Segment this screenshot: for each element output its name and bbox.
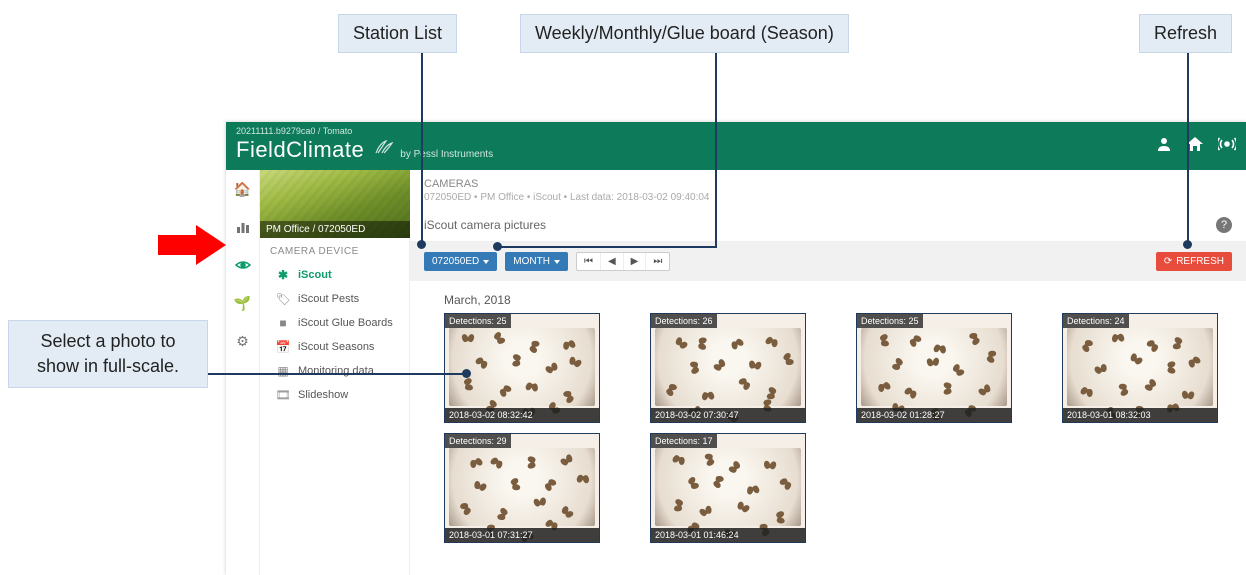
callout-refresh: Refresh <box>1139 14 1232 53</box>
sidebar-item-pests[interactable]: 🏷 iScout Pests <box>260 287 409 311</box>
photo-thumbnail[interactable]: Detections: 25 2018-03-02 08:32:42 <box>444 313 600 423</box>
pager-prev[interactable]: ◀ <box>601 253 624 270</box>
square-icon: ■ <box>276 316 290 330</box>
station-hero-image[interactable]: PM Office / 072050ED <box>260 170 410 238</box>
callout-select-photo: Select a photo to show in full-scale. <box>8 320 208 388</box>
station-dropdown[interactable]: 072050ED <box>424 252 497 271</box>
top-bar: 20211111.b9279ca0 / Tomato FieldClimate … <box>226 122 1246 170</box>
photo-timestamp-label: 2018-03-01 01:46:24 <box>651 528 805 542</box>
rail-plant[interactable]: 🌱 <box>226 290 259 316</box>
broadcast-icon[interactable] <box>1218 136 1236 157</box>
breadcrumb: 20211111.b9279ca0 / Tomato <box>236 126 352 136</box>
sidebar-item-label: iScout <box>298 269 332 281</box>
period-dropdown-label: MONTH <box>513 256 550 267</box>
sidebar-item-label: iScout Seasons <box>298 341 374 353</box>
refresh-icon: ⟳ <box>1164 256 1172 267</box>
leaf-icon <box>374 137 394 160</box>
logo-subtitle: by Pessl Instruments <box>400 149 493 160</box>
calendar-icon: 📅 <box>276 340 290 354</box>
photo-detections-label: Detections: 25 <box>857 314 923 328</box>
photo-thumbnail[interactable]: Detections: 29 2018-03-01 07:31:27 <box>444 433 600 543</box>
photo-timestamp-label: 2018-03-01 07:31:27 <box>445 528 599 542</box>
rail-chart[interactable] <box>226 214 259 240</box>
chevron-down-icon <box>483 260 489 264</box>
station-dropdown-label: 072050ED <box>432 256 479 267</box>
logo: FieldClimate by Pessl Instruments <box>236 137 493 163</box>
photo-timestamp-label: 2018-03-02 07:30:47 <box>651 408 805 422</box>
callout-station-list: Station List <box>338 14 457 53</box>
sidebar-item-glue-boards[interactable]: ■ iScout Glue Boards <box>260 311 409 335</box>
photo-detections-label: Detections: 29 <box>445 434 511 448</box>
rail-eye[interactable] <box>226 252 259 278</box>
rail-home[interactable]: 🏠 <box>226 176 259 202</box>
photo-detections-label: Detections: 25 <box>445 314 511 328</box>
film-icon: 🎞 <box>276 388 290 402</box>
sidebar-item-iscout[interactable]: ✱ iScout <box>260 263 409 287</box>
station-hero-overlay: PM Office / 072050ED <box>260 221 410 238</box>
rail-settings[interactable]: ⚙ <box>226 328 259 354</box>
chevron-down-icon <box>554 260 560 264</box>
photo-detections-label: Detections: 24 <box>1063 314 1129 328</box>
photo-timestamp-label: 2018-03-02 08:32:42 <box>445 408 599 422</box>
sidebar-item-label: iScout Pests <box>298 293 359 305</box>
photo-thumbnail[interactable]: Detections: 25 2018-03-02 01:28:27 <box>856 313 1012 423</box>
section-title: CAMERAS <box>424 178 1232 190</box>
pager-first[interactable]: ⏮ <box>577 253 601 270</box>
help-icon[interactable]: ? <box>1216 217 1232 233</box>
user-icon[interactable] <box>1156 136 1172 157</box>
section-subtitle: 072050ED • PM Office • iScout • Last dat… <box>424 192 1232 203</box>
photo-thumbnail[interactable]: Detections: 26 2018-03-02 07:30:47 <box>650 313 806 423</box>
pager-last[interactable]: ⏭ <box>646 253 669 270</box>
sidebar-item-monitoring[interactable]: ▦ Monitoring data <box>260 359 409 383</box>
month-label: March, 2018 <box>444 293 1232 307</box>
red-arrow-icon <box>158 225 228 265</box>
sidebar-section-title: CAMERA DEVICE <box>260 238 409 263</box>
photo-detections-label: Detections: 26 <box>651 314 717 328</box>
sidebar-item-seasons[interactable]: 📅 iScout Seasons <box>260 335 409 359</box>
photo-detections-label: Detections: 17 <box>651 434 717 448</box>
refresh-button-label: REFRESH <box>1176 256 1224 267</box>
period-dropdown[interactable]: MONTH <box>505 252 568 271</box>
bug-icon: ✱ <box>276 268 290 282</box>
photo-thumbnail[interactable]: Detections: 24 2018-03-01 08:32:03 <box>1062 313 1218 423</box>
pictures-label: iScout camera pictures <box>424 218 546 232</box>
photo-gallery: Detections: 252018-03-02 08:32:42Detecti… <box>444 313 1232 543</box>
logo-text: FieldClimate <box>236 137 364 163</box>
callout-period: Weekly/Monthly/Glue board (Season) <box>520 14 849 53</box>
sidebar-item-slideshow[interactable]: 🎞 Slideshow <box>260 383 409 407</box>
pager-next[interactable]: ▶ <box>624 253 647 270</box>
photo-timestamp-label: 2018-03-02 01:28:27 <box>857 408 1011 422</box>
sidebar-item-label: Slideshow <box>298 389 348 401</box>
photo-thumbnail[interactable]: Detections: 17 2018-03-01 01:46:24 <box>650 433 806 543</box>
sidebar-item-label: Monitoring data <box>298 365 374 377</box>
pager: ⏮ ◀ ▶ ⏭ <box>576 252 670 271</box>
main-content: CAMERAS 072050ED • PM Office • iScout • … <box>410 170 1246 575</box>
sidebar-item-label: iScout Glue Boards <box>298 317 393 329</box>
photo-timestamp-label: 2018-03-01 08:32:03 <box>1063 408 1217 422</box>
tag-icon: 🏷 <box>276 292 290 306</box>
refresh-button[interactable]: ⟳ REFRESH <box>1156 252 1232 271</box>
grid-icon: ▦ <box>276 364 290 378</box>
app-window: 20211111.b9279ca0 / Tomato FieldClimate … <box>226 122 1246 575</box>
